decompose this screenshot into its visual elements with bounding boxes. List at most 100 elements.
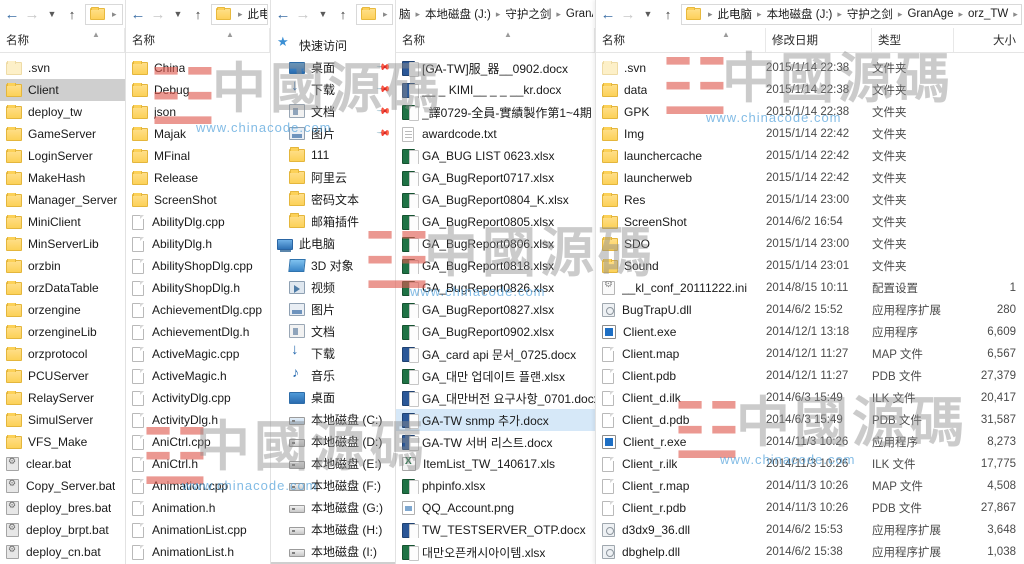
- file-row[interactable]: Manager_Server: [0, 189, 125, 211]
- address-bar-3[interactable]: ▸ 此电脑: [356, 3, 393, 25]
- back-icon[interactable]: ←: [2, 4, 22, 24]
- file-row[interactable]: SDO 2015/1/14 23:00 文件夹: [596, 233, 1024, 255]
- column-header-name[interactable]: 名称: [0, 28, 125, 52]
- breadcrumb-item[interactable]: 此电脑: [247, 6, 267, 22]
- file-row[interactable]: dbghelp.dll 2014/6/2 15:38 应用程序扩展 1,038: [596, 541, 1024, 563]
- file-row[interactable]: AnimationList.cpp: [126, 519, 270, 541]
- tree-item[interactable]: 本地磁盘 (E:): [271, 452, 395, 474]
- tree-item[interactable]: 桌面 📌: [271, 56, 395, 78]
- tree-item[interactable]: 下载: [271, 341, 395, 364]
- chevron-down-icon[interactable]: ▼: [638, 4, 658, 24]
- file-row[interactable]: ActiveMagic.h: [126, 365, 270, 387]
- file-row[interactable]: RelayServer: [0, 387, 125, 409]
- tree-item[interactable]: 图片 📌: [271, 122, 395, 144]
- file-row[interactable]: .svn: [0, 57, 125, 79]
- file-row[interactable]: AniCtrl.h: [126, 453, 270, 475]
- pin-icon[interactable]: 📌: [376, 103, 391, 119]
- file-row[interactable]: AbilityDlg.h: [126, 233, 270, 255]
- file-row[interactable]: deploy_cn.bat: [0, 541, 125, 563]
- file-row[interactable]: data 2015/1/14 22:38 文件夹: [596, 79, 1024, 101]
- file-row[interactable]: clear.bat: [0, 453, 125, 475]
- breadcrumb-item[interactable]: 本地磁盘 (J:): [766, 6, 834, 22]
- file-row[interactable]: GPK 2015/1/14 22:38 文件夹: [596, 101, 1024, 123]
- file-row[interactable]: Client.pdb 2014/12/1 11:27 PDB 文件 27,379: [596, 365, 1024, 387]
- file-row[interactable]: launcherweb 2015/1/14 22:42 文件夹: [596, 167, 1024, 189]
- file-row[interactable]: Client_r.ilk 2014/11/3 10:26 ILK 文件 17,775: [596, 453, 1024, 475]
- file-row[interactable]: __kl_conf_20111222.ini 2014/8/15 10:11 配置设…: [596, 277, 1024, 299]
- back-icon[interactable]: ←: [598, 4, 618, 24]
- file-row[interactable]: Animation.h: [126, 497, 270, 519]
- file-list-4[interactable]: [GA-TW]服_器__0902.docx __ _ KIMI__ _ _ __k…: [396, 53, 595, 564]
- file-row[interactable]: Img 2015/1/14 22:42 文件夹: [596, 123, 1024, 145]
- file-row[interactable]: LoginServer: [0, 145, 125, 167]
- file-row[interactable]: Debug: [126, 79, 270, 101]
- address-bar-5[interactable]: ▸此电脑▸本地磁盘 (J:)▸守护之剑▸GranAge▸orz_TW▸orzbi…: [681, 3, 1022, 25]
- file-row[interactable]: ScreenShot 2014/6/2 16:54 文件夹: [596, 211, 1024, 233]
- pin-icon[interactable]: 📌: [376, 59, 391, 75]
- file-row[interactable]: GA_대만버전 요구사항_0701.docx: [396, 387, 595, 409]
- file-row[interactable]: orzprotocol: [0, 343, 125, 365]
- chevron-down-icon[interactable]: ▼: [168, 4, 188, 24]
- file-row[interactable]: PCUServer: [0, 365, 125, 387]
- file-row[interactable]: AchievementDlg.cpp: [126, 299, 270, 321]
- file-row[interactable]: GA_BugReport0818.xlsx: [396, 255, 595, 277]
- navigation-tree[interactable]: 快速访问桌面 📌 下载 📌 文档 📌 图片 📌 111 阿里云密码文本邮箱插件此电脑 3D 对象视频…: [271, 28, 395, 564]
- file-row[interactable]: TW_TESTSERVER_OTP.docx: [396, 519, 595, 541]
- pin-icon[interactable]: 📌: [376, 81, 391, 97]
- tree-item[interactable]: 桌面: [271, 386, 395, 408]
- file-row[interactable]: GA_BugReport0806.xlsx: [396, 233, 595, 255]
- forward-icon[interactable]: →: [618, 4, 638, 24]
- file-row[interactable]: GameServer: [0, 123, 125, 145]
- file-row[interactable]: AniCtrl.cpp: [126, 431, 270, 453]
- tree-item[interactable]: 此电脑: [271, 232, 395, 254]
- back-icon[interactable]: ←: [128, 4, 148, 24]
- file-row[interactable]: MinServerLib: [0, 233, 125, 255]
- forward-icon[interactable]: →: [293, 4, 313, 24]
- tree-item[interactable]: 本地磁盘 (I:): [271, 540, 395, 562]
- tree-item[interactable]: 111: [271, 144, 395, 166]
- file-row[interactable]: json: [126, 101, 270, 123]
- file-row[interactable]: Client_d.ilk 2014/6/3 15:49 ILK 文件 20,417: [596, 387, 1024, 409]
- tree-item[interactable]: 文档: [271, 320, 395, 342]
- file-row[interactable]: GA-TW 서버 리스트.docx: [396, 431, 595, 453]
- up-icon[interactable]: ↑: [62, 4, 82, 24]
- file-row[interactable]: Sound 2015/1/14 23:01 文件夹: [596, 255, 1024, 277]
- file-row[interactable]: Res 2015/1/14 23:00 文件夹: [596, 189, 1024, 211]
- file-row[interactable]: AchievementDlg.h: [126, 321, 270, 343]
- tree-item[interactable]: 音乐: [271, 364, 395, 386]
- file-row[interactable]: Client_r.exe 2014/11/3 10:26 应用程序 8,273: [596, 431, 1024, 453]
- file-row[interactable]: launchercache 2015/1/14 22:42 文件夹: [596, 145, 1024, 167]
- address-bar-4[interactable]: 脑▸本地磁盘 (J:)▸守护之剑▸GranA: [398, 3, 593, 25]
- file-row[interactable]: orzengineLib: [0, 321, 125, 343]
- tree-item[interactable]: 阿里云: [271, 166, 395, 188]
- forward-icon[interactable]: →: [22, 4, 42, 24]
- breadcrumb-item[interactable]: 此: [121, 6, 123, 22]
- file-row[interactable]: ScreenShot: [126, 189, 270, 211]
- column-header-type[interactable]: 类型: [872, 28, 954, 52]
- breadcrumb-item[interactable]: 脑: [398, 6, 412, 22]
- explorer-window-5[interactable]: ← → ▼ ↑ ▸ 此电脑 ▸ 本地磁盘 (J:) ▸ 守护之剑 ▸ GranAge ▸ orz_…: [595, 0, 1024, 564]
- file-row[interactable]: [GA-TW]服_器__0902.docx: [396, 57, 595, 79]
- file-row[interactable]: GA_BugReport0826.xlsx: [396, 277, 595, 299]
- file-row[interactable]: China: [126, 57, 270, 79]
- column-header-date[interactable]: 修改日期: [766, 28, 872, 52]
- breadcrumb-item[interactable]: 守护之剑: [846, 6, 894, 22]
- file-row[interactable]: awardcode.txt: [396, 123, 595, 145]
- up-icon[interactable]: ↑: [333, 4, 353, 24]
- file-row[interactable]: MFinal: [126, 145, 270, 167]
- file-row[interactable]: deploy_brpt.bat: [0, 519, 125, 541]
- breadcrumb-item[interactable]: 此电脑: [392, 6, 393, 22]
- file-row[interactable]: ActivityDlg.cpp: [126, 387, 270, 409]
- breadcrumb-item[interactable]: orz_TW: [967, 8, 1009, 20]
- back-icon[interactable]: ←: [273, 4, 293, 24]
- up-icon[interactable]: ↑: [188, 4, 208, 24]
- file-row[interactable]: QQ_Account.png: [396, 497, 595, 519]
- tree-item[interactable]: 密码文本: [271, 188, 395, 210]
- file-row[interactable]: GA_BugReport0805.xlsx: [396, 211, 595, 233]
- file-row[interactable]: GA_BUG LIST 0623.xlsx: [396, 145, 595, 167]
- file-row[interactable]: GA_대만 업데이트 플랜.xlsx: [396, 365, 595, 387]
- breadcrumb-item[interactable]: 本地磁盘 (J:): [424, 6, 492, 22]
- file-row[interactable]: Client: [0, 79, 125, 101]
- chevron-down-icon[interactable]: ▼: [42, 4, 62, 24]
- tree-item[interactable]: 本地磁盘 (G:): [271, 496, 395, 518]
